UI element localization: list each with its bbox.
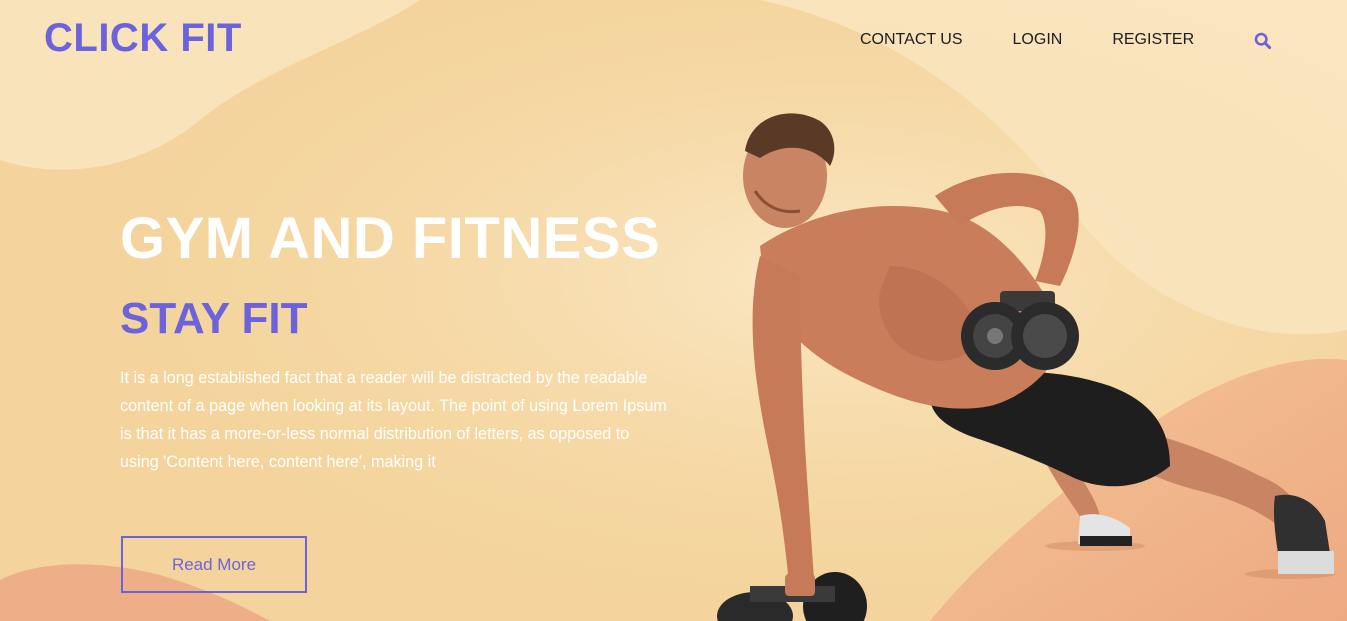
read-more-button[interactable]: Read More [121, 536, 307, 593]
hero-description: It is a long established fact that a rea… [120, 369, 667, 471]
search-icon[interactable] [1253, 31, 1273, 51]
dumbbell-ground [717, 572, 867, 621]
nav-contact-us[interactable]: CONTACT US [860, 30, 963, 50]
main-nav: CONTACT US LOGIN REGISTER [860, 30, 1194, 50]
athlete-image [717, 113, 1335, 621]
site-logo[interactable]: CLICK FIT [44, 14, 242, 62]
hero-subtitle: STAY FIT [120, 294, 308, 343]
nav-login[interactable]: LOGIN [1013, 30, 1063, 50]
hero-title: GYM AND FITNESS [120, 206, 661, 271]
nav-register[interactable]: REGISTER [1112, 30, 1194, 50]
landing-page: CLICK FIT CONTACT US LOGIN REGISTER GYM … [0, 0, 1347, 621]
